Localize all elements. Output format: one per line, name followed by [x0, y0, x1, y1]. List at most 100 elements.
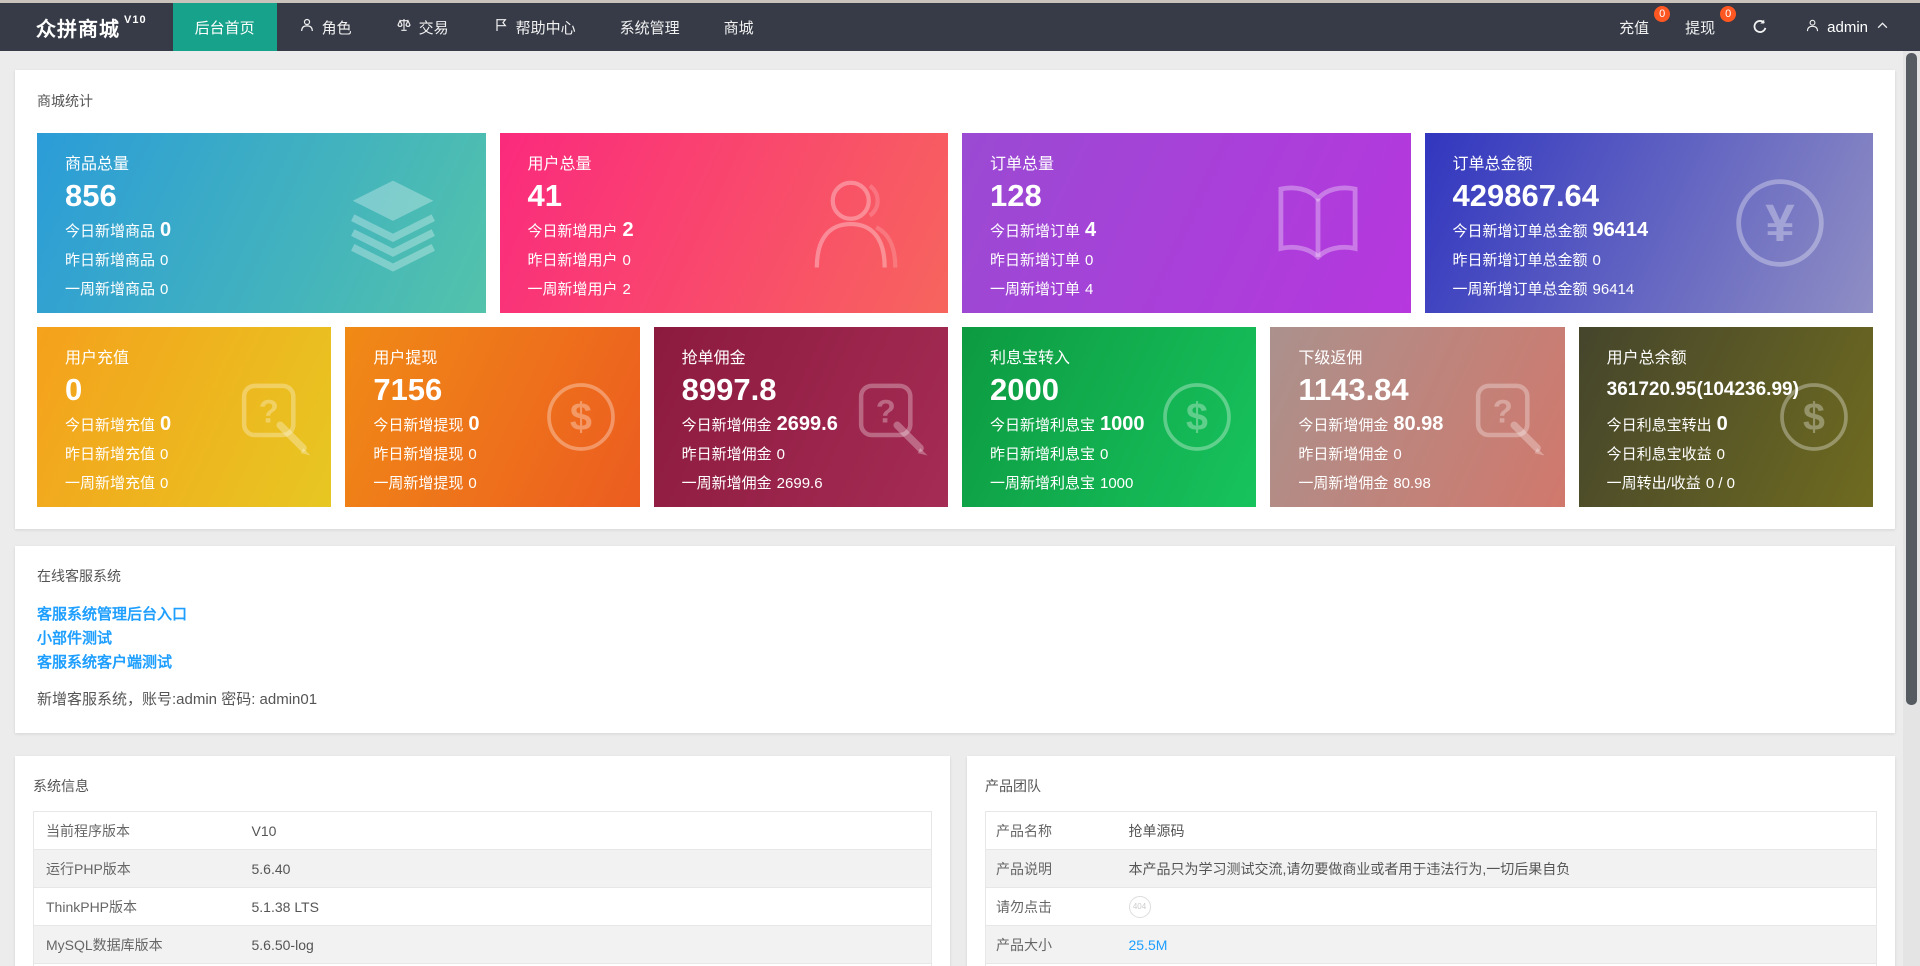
brand-logo: 众拼商城 V10 — [36, 3, 147, 51]
product-team-table: 产品名称抢单源码产品说明本产品只为学习测试交流,请勿要做商业或者用于违法行为,一… — [985, 811, 1877, 966]
stat-line-label: 今日新增提现 — [373, 417, 463, 434]
stat-line-value: 0 — [1085, 252, 1093, 269]
stat-card-user-recharge: 用户充值0今日新增充值0昨日新增充值0一周新增充值0 ? — [37, 327, 331, 507]
brand-title: 众拼商城 — [36, 13, 120, 42]
system-info-tbody: 当前程序版本V10运行PHP版本5.6.40ThinkPHP版本5.1.38 L… — [34, 812, 932, 966]
stat-line-label: 一周新增订单 — [990, 281, 1080, 298]
stat-line-label: 一周转出/收益 — [1607, 475, 1701, 492]
system-panel-title: 系统信息 — [33, 776, 932, 796]
table-row-value: 本产品只为学习测试交流,请勿要做商业或者用于违法行为,一切后果自负 — [1129, 850, 1877, 888]
stat-card-users-total: 用户总量41今日新增用户2昨日新增用户0一周新增用户2 — [500, 133, 949, 313]
service-link-3[interactable]: 客服系统客户端测试 — [37, 651, 172, 675]
stat-line-label: 今日新增订单总金额 — [1453, 223, 1588, 240]
username: admin — [1827, 19, 1868, 36]
table-row: 运行PHP版本5.6.40 — [34, 850, 932, 888]
stat-line-label: 今日新增充值 — [65, 417, 155, 434]
stat-card-orders-total: 订单总量128今日新增订单4昨日新增订单0一周新增订单4 — [962, 133, 1411, 313]
withdraw-button[interactable]: 提现 0 — [1685, 17, 1715, 38]
nav-item-trade[interactable]: 交易 — [374, 3, 471, 51]
scrollbar-track[interactable] — [1903, 51, 1920, 966]
product-panel-title: 产品团队 — [985, 776, 1877, 796]
nav-item-label: 商城 — [724, 17, 754, 38]
stat-line-value: 0 — [1717, 446, 1725, 463]
dollar-icon: $ — [1773, 376, 1855, 458]
service-links: 客服系统管理后台入口小部件测试客服系统客户端测试 — [37, 603, 1873, 675]
stat-card-title: 下级返佣 — [1298, 344, 1564, 368]
table-row: 产品说明本产品只为学习测试交流,请勿要做商业或者用于违法行为,一切后果自负 — [986, 850, 1877, 888]
book-icon — [1265, 170, 1371, 276]
recharge-label: 充值 — [1619, 20, 1649, 37]
nav-item-help-center[interactable]: 帮助中心 — [471, 3, 598, 51]
stat-line-value: 0 / 0 — [1706, 475, 1735, 492]
nav-item-mall[interactable]: 商城 — [702, 3, 776, 51]
table-row-label: MySQL数据库版本 — [34, 926, 252, 964]
stats-panel-title: 商城统计 — [37, 91, 1873, 111]
stat-line-value: 96414 — [1593, 281, 1635, 298]
stat-card-sub-rebate: 下级返佣1143.84今日新增佣金80.98昨日新增佣金0一周新增佣金80.98… — [1270, 327, 1564, 507]
table-row-value: 25.5M — [1129, 926, 1877, 964]
stat-line-value: 2699.6 — [777, 413, 838, 435]
nav-item-roles[interactable]: 角色 — [277, 3, 374, 51]
stat-line-label: 今日新增用户 — [528, 223, 618, 240]
nav-item-home[interactable]: 后台首页 — [173, 3, 277, 51]
stat-line-label: 一周新增商品 — [65, 281, 155, 298]
stat-line-label: 昨日新增利息宝 — [990, 446, 1095, 463]
nav-menu: 后台首页 角色 交易 帮助中心系统管理 商城 — [173, 3, 776, 51]
stat-card-line: 一周新增利息宝 1000 — [990, 469, 1256, 498]
user-menu[interactable]: admin — [1805, 18, 1890, 37]
service-link-1[interactable]: 客服系统管理后台入口 — [37, 603, 187, 627]
stat-line-label: 一周新增利息宝 — [990, 475, 1095, 492]
stat-line-label: 昨日新增佣金 — [682, 446, 772, 463]
stat-card-line: 一周新增订单总金额96414 — [1453, 275, 1874, 304]
table-row-label: ThinkPHP版本 — [34, 888, 252, 926]
stat-line-value: 1000 — [1100, 475, 1133, 492]
stat-line-label: 今日新增利息宝 — [990, 417, 1095, 434]
stat-line-label: 昨日新增佣金 — [1298, 446, 1388, 463]
stat-card-line: 一周新增商品0 — [65, 275, 486, 304]
stat-card-interest-in: 利息宝转入2000今日新增利息宝1000昨日新增利息宝0一周新增利息宝1000 … — [962, 327, 1256, 507]
stat-card-line: 一周新增佣金80.98 — [1298, 469, 1564, 498]
stat-line-value: 0 — [1393, 446, 1401, 463]
stat-line-value: 0 — [1593, 252, 1601, 269]
table-row: 产品大小25.5M — [986, 926, 1877, 964]
stat-line-label: 今日新增佣金 — [1298, 417, 1388, 434]
stat-line-label: 一周新增用户 — [528, 281, 618, 298]
table-row-value: V10 — [252, 812, 932, 850]
layers-icon — [340, 170, 446, 276]
nav-item-system-manage[interactable]: 系统管理 — [598, 3, 702, 51]
stat-line-value: 0 — [160, 219, 171, 241]
stat-line-label: 昨日新增充值 — [65, 446, 155, 463]
stat-line-label: 昨日新增商品 — [65, 252, 155, 269]
table-row-value: 抢单源码 — [1129, 812, 1877, 850]
stats-panel: 商城统计 商品总量856今日新增商品0昨日新增商品0一周新增商品0 用户总量41… — [15, 70, 1895, 529]
service-panel: 在线客服系统 客服系统管理后台入口小部件测试客服系统客户端测试 新增客服系统，账… — [15, 546, 1895, 733]
stat-line-value: 2699.6 — [777, 475, 823, 492]
stat-line-value: 96414 — [1593, 219, 1649, 241]
quiz-icon: ? — [1465, 376, 1547, 458]
product-size-link[interactable]: 25.5M — [1129, 937, 1168, 953]
brand-version: V10 — [124, 14, 147, 26]
table-row: 产品名称抢单源码 — [986, 812, 1877, 850]
recharge-badge: 0 — [1654, 6, 1670, 22]
table-row-label: 运行PHP版本 — [34, 850, 252, 888]
stat-line-label: 昨日新增订单 — [990, 252, 1080, 269]
stats-row-1: 商品总量856今日新增商品0昨日新增商品0一周新增商品0 用户总量41今日新增用… — [37, 133, 1873, 313]
scrollbar-thumb[interactable] — [1906, 53, 1917, 705]
stat-line-value: 0 — [468, 475, 476, 492]
stat-line-label: 一周新增佣金 — [1298, 475, 1388, 492]
stat-line-label: 一周新增提现 — [373, 475, 463, 492]
refresh-button[interactable] — [1751, 18, 1769, 36]
stat-line-label: 一周新增佣金 — [682, 475, 772, 492]
stat-line-value: 0 — [468, 413, 479, 435]
stat-card-order-amount-total: 订单总金额429867.64今日新增订单总金额96414昨日新增订单总金额0一周… — [1425, 133, 1874, 313]
404-badge[interactable]: 404 — [1129, 896, 1151, 918]
recharge-button[interactable]: 充值 0 — [1619, 17, 1649, 38]
table-row-label: 请勿点击 — [986, 888, 1129, 926]
service-link-2[interactable]: 小部件测试 — [37, 627, 112, 651]
svg-text:$: $ — [1186, 395, 1208, 439]
table-row-label: 产品大小 — [986, 926, 1129, 964]
nav-item-label: 交易 — [419, 17, 449, 38]
stat-line-value: 0 — [623, 252, 631, 269]
stat-card-title: 利息宝转入 — [990, 344, 1256, 368]
help-center-icon — [493, 17, 509, 37]
